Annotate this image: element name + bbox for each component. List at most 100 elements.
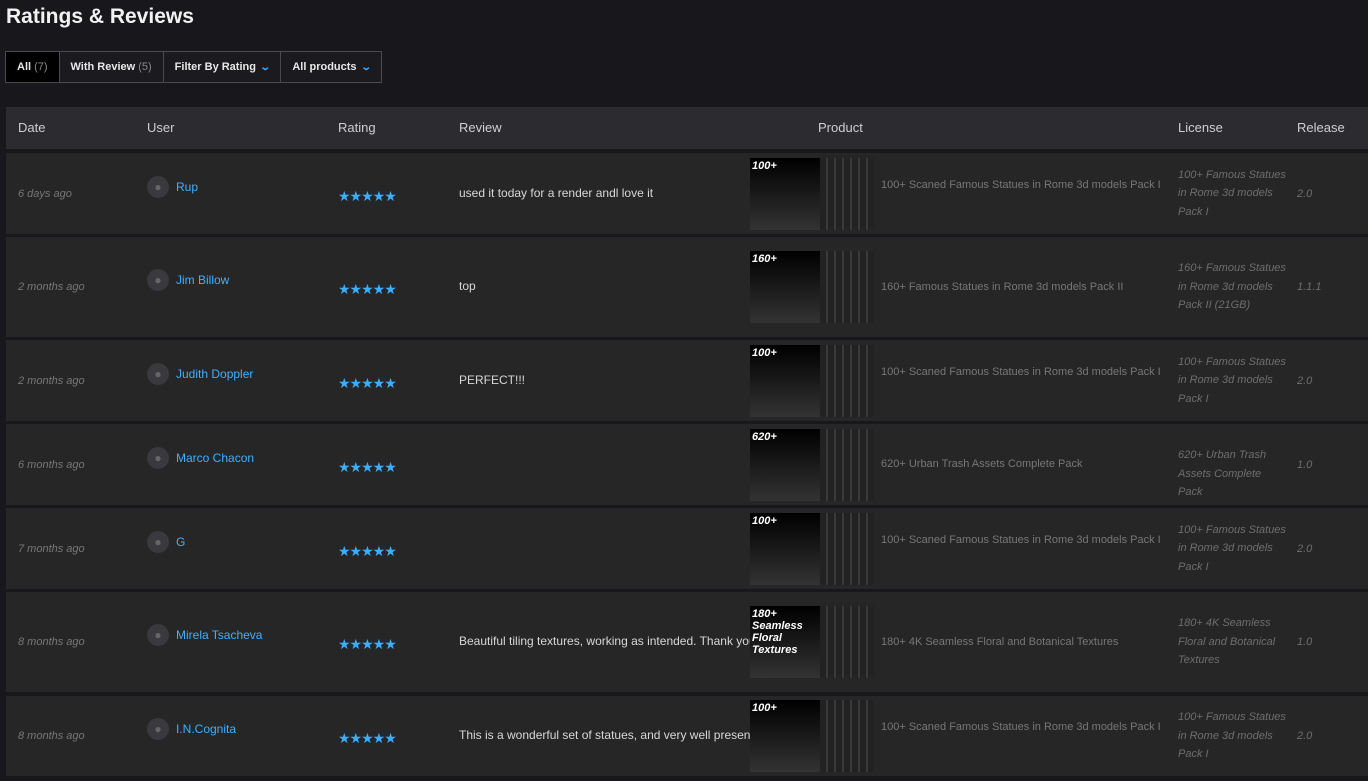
product-thumbnail-grid	[820, 512, 874, 585]
review-date: 2 months ago	[18, 374, 85, 387]
column-review[interactable]: Review	[459, 120, 502, 135]
all-products-label: All products	[292, 61, 357, 73]
avatar: ●	[147, 624, 169, 646]
user-name[interactable]: Rup	[176, 180, 198, 194]
filter-all-label: All	[17, 61, 32, 73]
column-license[interactable]: License	[1178, 120, 1223, 135]
all-products-dropdown[interactable]: All products ⌄	[280, 51, 382, 83]
user-link[interactable]: ● Judith Doppler	[147, 362, 253, 385]
product-name[interactable]: 100+ Scaned Famous Statues in Rome 3d mo…	[881, 364, 1161, 381]
license-name: 620+ Urban Trash Assets Complete Pack	[1178, 449, 1267, 498]
chevron-down-icon: ⌄	[359, 61, 372, 73]
user-name[interactable]: Judith Doppler	[176, 367, 253, 381]
user-link[interactable]: ● I.N.Cognita	[147, 718, 236, 740]
release-version: 1.0	[1297, 636, 1313, 648]
filter-with-review-tab[interactable]: With Review (5)	[58, 51, 164, 83]
review-date: 8 months ago	[18, 636, 85, 648]
product-thumbnail-grid	[820, 344, 874, 417]
user-link[interactable]: ● Mirela Tsacheva	[147, 624, 262, 646]
review-date: 8 months ago	[18, 730, 85, 742]
star-rating: ★★★★★	[338, 187, 397, 204]
license-name: 100+ Famous Statues in Rome 3d models Pa…	[1178, 523, 1286, 573]
product-thumbnail-label: 100+	[750, 344, 820, 417]
product-thumbnail-label: 100+	[750, 700, 820, 772]
product-thumbnail[interactable]: 620+	[750, 428, 874, 501]
product-name[interactable]: 100+ Scaned Famous Statues in Rome 3d mo…	[881, 719, 1161, 736]
review-text: used it today for a render andl love it	[459, 185, 654, 200]
star-rating: ★★★★★	[338, 374, 397, 391]
license-name: 160+ Famous Statues in Rome 3d models Pa…	[1178, 262, 1286, 312]
release-version: 2.0	[1297, 730, 1313, 742]
table-row: 8 months ago ● I.N.Cognita ★★★★★ This is …	[6, 696, 1368, 776]
user-link[interactable]: ● G	[147, 530, 185, 553]
avatar: ●	[147, 362, 169, 385]
user-link[interactable]: ● Marco Chacon	[147, 446, 254, 469]
filter-all-tab[interactable]: All (7)	[5, 51, 60, 83]
user-name[interactable]: Jim Billow	[176, 273, 229, 287]
product-thumbnail-grid	[820, 157, 874, 230]
column-release[interactable]: Release	[1297, 120, 1345, 135]
product-thumbnail-label: 100+	[750, 512, 820, 585]
table-row: 7 months ago ● G ★★★★★ 100+ 100+ Scaned F…	[6, 508, 1368, 589]
user-link[interactable]: ● Rup	[147, 175, 198, 198]
user-name[interactable]: Marco Chacon	[176, 451, 254, 465]
license-name: 100+ Famous Statues in Rome 3d models Pa…	[1178, 168, 1286, 218]
product-thumbnail[interactable]: 100+	[750, 700, 874, 772]
user-link[interactable]: ● Jim Billow	[147, 269, 229, 291]
product-thumbnail[interactable]: 180+ Seamless Floral Textures	[750, 606, 874, 678]
product-thumbnail[interactable]: 100+	[750, 157, 874, 230]
product-name[interactable]: 100+ Scaned Famous Statues in Rome 3d mo…	[881, 532, 1161, 549]
avatar: ●	[147, 446, 169, 469]
product-thumbnail[interactable]: 100+	[750, 344, 874, 417]
review-text: top	[459, 279, 476, 293]
star-rating: ★★★★★	[338, 458, 397, 475]
column-product[interactable]: Product	[818, 120, 863, 135]
license-name: 180+ 4K Seamless Floral and Botanical Te…	[1178, 617, 1276, 667]
product-name[interactable]: 100+ Scaned Famous Statues in Rome 3d mo…	[881, 177, 1161, 194]
product-thumbnail-label: 180+ Seamless Floral Textures	[750, 606, 820, 678]
filter-with-review-label: With Review	[70, 61, 136, 73]
avatar: ●	[147, 269, 169, 291]
star-rating: ★★★★★	[338, 636, 397, 652]
release-version: 2.0	[1297, 374, 1313, 387]
avatar: ●	[147, 530, 169, 553]
product-thumbnail[interactable]: 100+	[750, 512, 874, 585]
table-row: 2 months ago ● Jim Billow ★★★★★ top 160+ …	[6, 237, 1368, 337]
user-name[interactable]: G	[176, 535, 185, 549]
review-text: Beautiful tiling textures, working as in…	[459, 634, 750, 648]
review-date: 2 months ago	[18, 281, 85, 293]
user-name[interactable]: I.N.Cognita	[176, 722, 236, 736]
product-thumbnail-grid	[820, 251, 874, 323]
column-user[interactable]: User	[147, 120, 174, 135]
review-date: 7 months ago	[18, 542, 85, 555]
filter-by-rating-dropdown[interactable]: Filter By Rating ⌄	[162, 51, 282, 83]
column-rating[interactable]: Rating	[338, 120, 376, 135]
star-rating: ★★★★★	[338, 542, 397, 559]
table-row: 6 months ago ● Marco Chacon ★★★★★ 620+ 62…	[6, 424, 1368, 505]
license-name: 100+ Famous Statues in Rome 3d models Pa…	[1178, 355, 1286, 405]
product-name[interactable]: 180+ 4K Seamless Floral and Botanical Te…	[881, 634, 1161, 651]
product-name[interactable]: 620+ Urban Trash Assets Complete Pack	[881, 456, 1161, 473]
filter-with-review-count: (5)	[138, 61, 152, 73]
product-thumbnail-grid	[820, 606, 874, 678]
column-date[interactable]: Date	[18, 120, 45, 135]
review-date: 6 months ago	[18, 458, 85, 471]
product-thumbnail-label: 100+	[750, 157, 820, 230]
review-date: 6 days ago	[18, 187, 72, 200]
table-row: 2 months ago ● Judith Doppler ★★★★★ PERFE…	[6, 340, 1368, 421]
page-title: Ratings & Reviews	[6, 5, 194, 28]
release-version: 2.0	[1297, 187, 1313, 200]
release-version: 1.0	[1297, 458, 1313, 471]
review-text: This is a wonderful set of statues, and …	[459, 728, 750, 742]
license-name: 100+ Famous Statues in Rome 3d models Pa…	[1178, 711, 1286, 761]
star-rating: ★★★★★	[338, 281, 397, 297]
release-version: 1.1.1	[1297, 281, 1322, 293]
product-thumbnail[interactable]: 160+	[750, 251, 874, 323]
product-name[interactable]: 160+ Famous Statues in Rome 3d models Pa…	[881, 279, 1161, 296]
avatar: ●	[147, 718, 169, 740]
product-thumbnail-label: 620+	[750, 428, 820, 501]
user-name[interactable]: Mirela Tsacheva	[176, 628, 262, 642]
star-rating: ★★★★★	[338, 730, 397, 746]
product-thumbnail-grid	[820, 700, 874, 772]
review-text: PERFECT!!!	[459, 372, 526, 387]
